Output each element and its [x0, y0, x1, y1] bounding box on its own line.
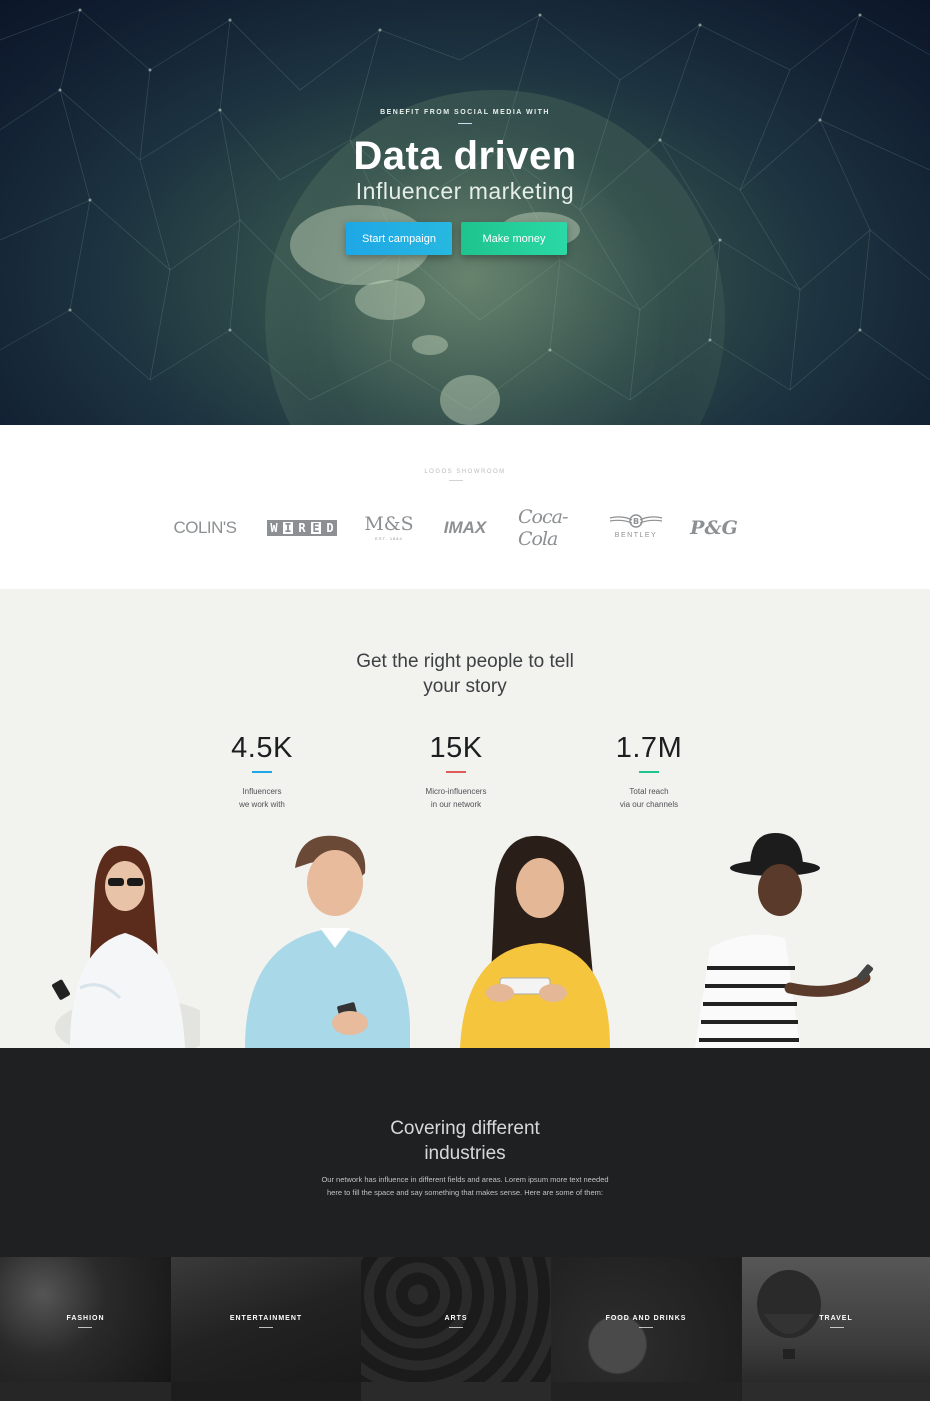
stats-title-line-2: your story	[423, 676, 507, 697]
hero-title: Data driven	[353, 134, 577, 178]
stat-accent-bar	[446, 771, 466, 773]
industry-tile-divider	[639, 1327, 653, 1328]
industry-tile-arts[interactable]: ARTS	[361, 1257, 551, 1382]
industry-tile-entertainment[interactable]: ENTERTAINMENT	[171, 1257, 361, 1382]
logos-label: LOGOS SHOWROOM	[424, 469, 506, 475]
bentley-wings-icon: B	[609, 514, 663, 528]
coca-cola-logo: Coca-Cola	[518, 506, 568, 550]
logos-label-divider	[449, 480, 463, 481]
stat-accent-bar	[639, 771, 659, 773]
pg-logo: P&G	[690, 517, 738, 539]
stat-label-line-1: Micro-influencers	[425, 787, 487, 796]
industry-tile-row2	[742, 1382, 930, 1401]
bentley-logo: B BENTLEY	[604, 511, 668, 541]
stat-micro-influencers: 15K Micro-influencers in our network	[376, 732, 536, 811]
industry-tile-fashion[interactable]: FASHION	[0, 1257, 171, 1382]
logos-showroom-section: LOGOS SHOWROOM COLIN'S W I R E D M&S EST…	[0, 425, 930, 589]
stat-label-line-1: Influencers	[242, 787, 282, 796]
stat-value: 1.7M	[615, 732, 683, 764]
industries-description: Our network has influence in different f…	[321, 1175, 609, 1197]
ms-logo-subtext: EST. 1884	[375, 536, 403, 541]
industries-title-line-2: industries	[424, 1143, 506, 1164]
industry-tile-row2	[0, 1382, 171, 1401]
wired-letter: I	[281, 520, 295, 536]
influencer-photo-man-hat	[695, 833, 874, 1048]
stat-label-line-2: in our network	[430, 800, 482, 809]
wired-letter: D	[323, 520, 337, 536]
stats-title-line-1: Get the right people to tell	[356, 651, 574, 672]
influencer-photo-man-shirt	[245, 835, 410, 1048]
wired-letter: W	[267, 520, 281, 536]
hero-kicker: BENEFIT FROM SOCIAL MEDIA WITH	[380, 109, 550, 116]
stat-influencers: 4.5K Influencers we work with	[182, 732, 342, 811]
imax-logo: IMAX	[443, 518, 487, 537]
stat-value: 15K	[429, 732, 483, 764]
stat-accent-bar	[252, 771, 272, 773]
stat-label-line-1: Total reach	[629, 787, 669, 796]
stat-value: 4.5K	[231, 732, 293, 764]
stat-label-line-2: via our channels	[619, 800, 679, 809]
wired-letter: E	[309, 520, 323, 536]
svg-text:B: B	[633, 517, 639, 526]
make-money-button[interactable]: Make money	[461, 222, 567, 255]
industry-tile-row2	[171, 1382, 361, 1401]
industry-tile-divider	[830, 1327, 844, 1328]
industry-tile-label: FASHION	[66, 1315, 105, 1322]
ms-logo: M&S EST. 1884	[364, 513, 414, 543]
hero-subtitle: Influencer marketing	[355, 178, 575, 204]
ms-logo-text: M&S	[364, 513, 414, 535]
wired-letter: R	[295, 520, 309, 536]
colins-logo: COLIN'S	[173, 518, 237, 537]
industries-section: Covering different industries Our networ…	[0, 1048, 930, 1401]
industry-tile-label: ENTERTAINMENT	[229, 1315, 303, 1322]
stat-label-line-2: we work with	[239, 800, 285, 809]
industries-title-line-1: Covering different	[390, 1118, 540, 1139]
industry-tile-label: ARTS	[444, 1315, 468, 1322]
industries-title: Covering different industries	[0, 1116, 930, 1166]
wired-logo: W I R E D	[262, 513, 342, 543]
industry-tile-travel[interactable]: TRAVEL	[742, 1257, 930, 1382]
industry-tile-row2	[551, 1382, 741, 1401]
influencer-photo-woman-sunglasses	[52, 845, 200, 1048]
hero-section: BENEFIT FROM SOCIAL MEDIA WITH Data driv…	[0, 0, 930, 425]
industry-tile-row2	[361, 1382, 551, 1401]
industry-tile-label: TRAVEL	[819, 1315, 853, 1322]
industry-tile-divider	[449, 1327, 463, 1328]
industry-tile-divider	[259, 1327, 273, 1328]
industry-tile-food-and-drinks[interactable]: FOOD AND DRINKS	[551, 1257, 741, 1382]
stats-section: Get the right people to tell your story …	[0, 589, 930, 1048]
network-mesh-illustration	[0, 8, 930, 425]
industry-tile-divider	[78, 1327, 92, 1328]
stats-title: Get the right people to tell your story	[0, 649, 930, 699]
industry-tile-label: FOOD AND DRINKS	[605, 1315, 687, 1322]
hero-kicker-divider	[458, 123, 472, 124]
influencer-photo-woman-yellow	[460, 835, 610, 1048]
start-campaign-button[interactable]: Start campaign	[346, 222, 452, 255]
stat-total-reach: 1.7M Total reach via our channels	[569, 732, 729, 811]
bentley-logo-text: BENTLEY	[614, 532, 658, 539]
